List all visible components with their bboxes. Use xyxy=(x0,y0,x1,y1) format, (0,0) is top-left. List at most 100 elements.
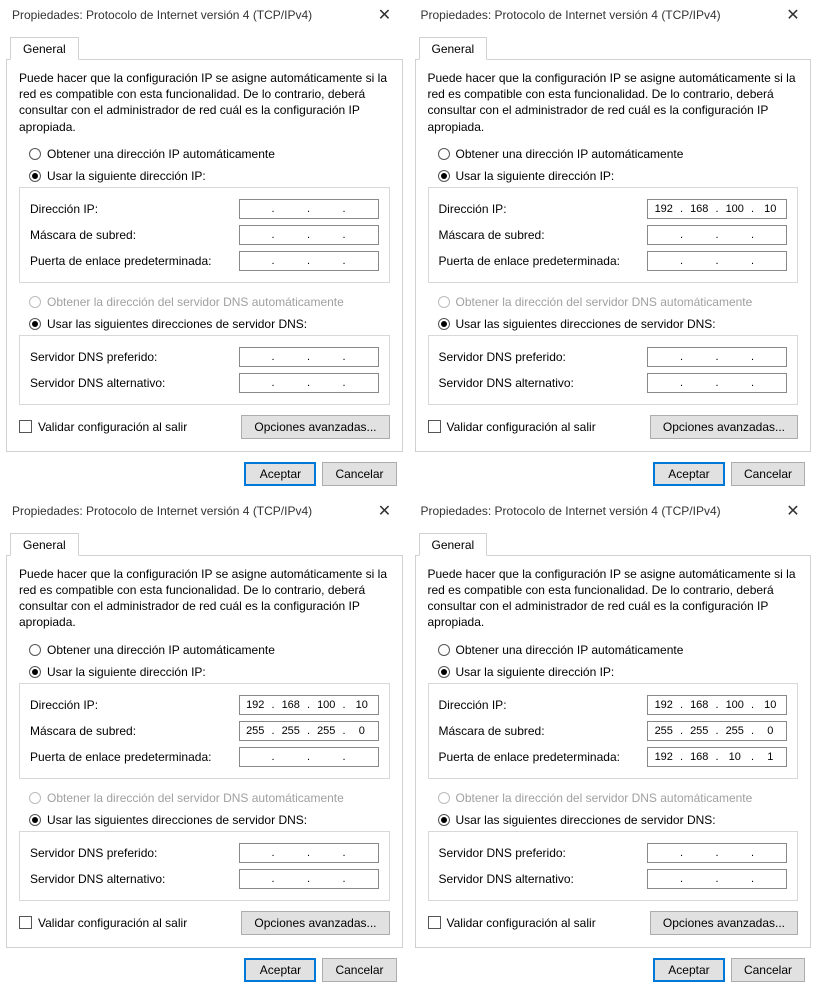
ip-octet[interactable]: 10 xyxy=(721,751,749,763)
accept-button[interactable]: Aceptar xyxy=(244,958,316,982)
validate-checkbox[interactable]: Validar configuración al salir xyxy=(428,916,596,930)
advanced-button[interactable]: Opciones avanzadas... xyxy=(650,415,798,439)
input-dns1[interactable]: ... xyxy=(239,843,379,863)
cancel-button[interactable]: Cancelar xyxy=(731,462,805,486)
ip-octet[interactable]: 10 xyxy=(756,203,784,215)
input-mask[interactable]: 255.255.255.0 xyxy=(647,721,787,741)
input-mask[interactable]: 255.255.255.0 xyxy=(239,721,379,741)
radio-auto-ip[interactable]: Obtener una dirección IP automáticamente xyxy=(438,145,799,163)
ip-octet[interactable]: 1 xyxy=(756,751,784,763)
ip-octet[interactable]: 255 xyxy=(685,725,713,737)
accept-button[interactable]: Aceptar xyxy=(653,958,725,982)
ip-dot: . xyxy=(342,377,346,389)
tab-general[interactable]: General xyxy=(10,37,79,60)
ip-octet[interactable]: 100 xyxy=(721,203,749,215)
ip-octet[interactable]: 255 xyxy=(312,725,340,737)
radio-manual-ip[interactable]: Usar la siguiente dirección IP: xyxy=(438,167,799,185)
ip-octet[interactable]: 255 xyxy=(650,725,678,737)
radio-label: Obtener una dirección IP automáticamente xyxy=(456,147,684,161)
radio-manual-ip[interactable]: Usar la siguiente dirección IP: xyxy=(29,167,390,185)
validate-checkbox[interactable]: Validar configuración al salir xyxy=(19,916,187,930)
ip-octet[interactable]: 0 xyxy=(348,725,376,737)
input-gateway[interactable]: 192.168.10.1 xyxy=(647,747,787,767)
cancel-button[interactable]: Cancelar xyxy=(731,958,805,982)
dns-group: Servidor DNS preferido: ... Servidor DNS… xyxy=(19,831,390,901)
bottom-row: Validar configuración al salir Opciones … xyxy=(428,911,799,935)
ip-octet[interactable]: 192 xyxy=(241,699,269,711)
radio-manual-dns[interactable]: Usar las siguientes direcciones de servi… xyxy=(438,315,799,333)
ip-octet[interactable]: 100 xyxy=(721,699,749,711)
input-dns1[interactable]: ... xyxy=(647,347,787,367)
cancel-button[interactable]: Cancelar xyxy=(322,462,396,486)
radio-manual-ip[interactable]: Usar la siguiente dirección IP: xyxy=(438,663,799,681)
tab-content: Puede hacer que la configuración IP se a… xyxy=(6,556,403,948)
close-icon[interactable]: ✕ xyxy=(371,5,399,25)
input-gateway[interactable]: ... xyxy=(239,747,379,767)
window-title: Propiedades: Protocolo de Internet versi… xyxy=(12,8,312,22)
window-title: Propiedades: Protocolo de Internet versi… xyxy=(12,504,312,518)
ip-octet[interactable]: 192 xyxy=(650,699,678,711)
ip-octet[interactable]: 255 xyxy=(721,725,749,737)
input-dns2[interactable]: ... xyxy=(647,869,787,889)
ip-octet[interactable]: 168 xyxy=(685,699,713,711)
validate-checkbox[interactable]: Validar configuración al salir xyxy=(428,420,596,434)
validate-checkbox[interactable]: Validar configuración al salir xyxy=(19,420,187,434)
label-gateway: Puerta de enlace predeterminada: xyxy=(30,750,239,764)
ip-octet[interactable]: 255 xyxy=(241,725,269,737)
tab-general[interactable]: General xyxy=(419,533,488,556)
close-icon[interactable]: ✕ xyxy=(779,501,807,521)
label-dns1: Servidor DNS preferido: xyxy=(30,350,239,364)
ip-octet[interactable]: 100 xyxy=(312,699,340,711)
input-ip[interactable]: ... xyxy=(239,199,379,219)
ip-octet[interactable]: 0 xyxy=(756,725,784,737)
ip-octet[interactable]: 10 xyxy=(348,699,376,711)
input-dns2[interactable]: ... xyxy=(239,373,379,393)
field-mask: Máscara de subred: 255.255.255.0 xyxy=(30,718,379,744)
radio-auto-ip[interactable]: Obtener una dirección IP automáticamente xyxy=(438,641,799,659)
ip-dot: . xyxy=(751,203,755,215)
ip-dot: . xyxy=(342,229,346,241)
ip-octet[interactable]: 168 xyxy=(685,203,713,215)
radio-manual-dns[interactable]: Usar las siguientes direcciones de servi… xyxy=(29,315,390,333)
input-ip[interactable]: 192.168.100.10 xyxy=(239,695,379,715)
tab-general[interactable]: General xyxy=(10,533,79,556)
input-dns2[interactable]: ... xyxy=(239,869,379,889)
input-ip[interactable]: 192.168.100.10 xyxy=(647,695,787,715)
ip-octet[interactable]: 168 xyxy=(277,699,305,711)
advanced-button[interactable]: Opciones avanzadas... xyxy=(650,911,798,935)
ipv4-properties-dialog: Propiedades: Protocolo de Internet versi… xyxy=(409,496,817,992)
input-gateway[interactable]: ... xyxy=(239,251,379,271)
radio-label: Usar la siguiente dirección IP: xyxy=(456,665,615,679)
radio-auto-ip[interactable]: Obtener una dirección IP automáticamente xyxy=(29,145,390,163)
cancel-button[interactable]: Cancelar xyxy=(322,958,396,982)
tab-general[interactable]: General xyxy=(419,37,488,60)
radio-manual-ip[interactable]: Usar la siguiente dirección IP: xyxy=(29,663,390,681)
radio-manual-dns[interactable]: Usar las siguientes direcciones de servi… xyxy=(29,811,390,829)
footer-buttons: Aceptar Cancelar xyxy=(415,452,812,490)
ip-octet[interactable]: 192 xyxy=(650,751,678,763)
input-mask[interactable]: ... xyxy=(239,225,379,245)
input-dns2[interactable]: ... xyxy=(647,373,787,393)
ip-octet[interactable]: 168 xyxy=(685,751,713,763)
advanced-button[interactable]: Opciones avanzadas... xyxy=(241,911,389,935)
ip-octet[interactable]: 255 xyxy=(277,725,305,737)
label-ip: Dirección IP: xyxy=(30,698,239,712)
input-mask[interactable]: ... xyxy=(647,225,787,245)
ip-dot: . xyxy=(307,725,311,737)
close-icon[interactable]: ✕ xyxy=(371,501,399,521)
radio-manual-dns[interactable]: Usar las siguientes direcciones de servi… xyxy=(438,811,799,829)
accept-button[interactable]: Aceptar xyxy=(244,462,316,486)
advanced-button[interactable]: Opciones avanzadas... xyxy=(241,415,389,439)
field-ip: Dirección IP: 192.168.100.10 xyxy=(439,196,788,222)
ip-octet[interactable]: 10 xyxy=(756,699,784,711)
input-ip[interactable]: 192.168.100.10 xyxy=(647,199,787,219)
input-gateway[interactable]: ... xyxy=(647,251,787,271)
ip-dot: . xyxy=(715,255,719,267)
input-dns1[interactable]: ... xyxy=(647,843,787,863)
ip-dot: . xyxy=(307,203,311,215)
accept-button[interactable]: Aceptar xyxy=(653,462,725,486)
close-icon[interactable]: ✕ xyxy=(779,5,807,25)
radio-auto-ip[interactable]: Obtener una dirección IP automáticamente xyxy=(29,641,390,659)
input-dns1[interactable]: ... xyxy=(239,347,379,367)
ip-octet[interactable]: 192 xyxy=(650,203,678,215)
